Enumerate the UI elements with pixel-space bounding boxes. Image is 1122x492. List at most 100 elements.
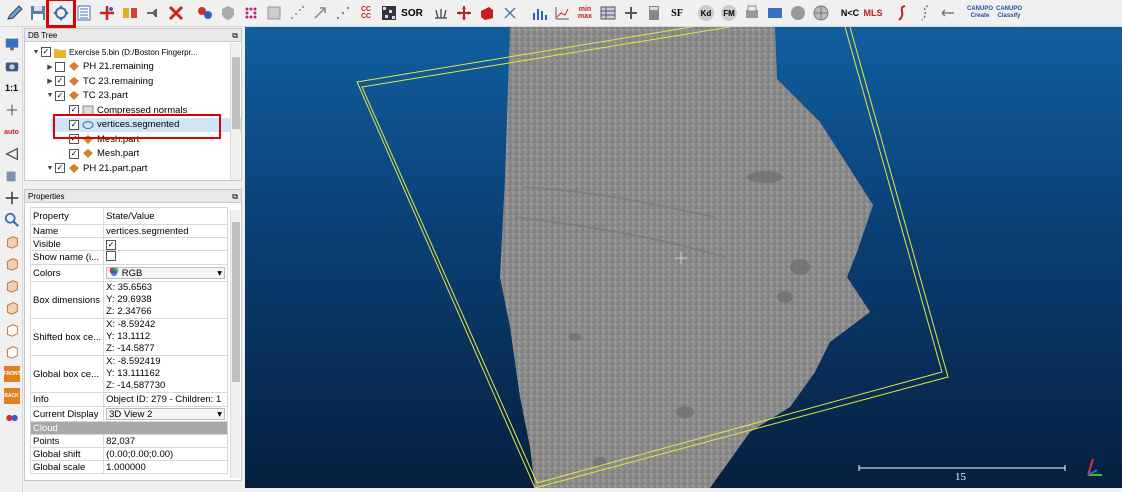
collapse-arrow-icon[interactable]: ▶ xyxy=(45,77,55,85)
tree-item-tc23-part[interactable]: ▼ ✓ TC 23.part xyxy=(25,89,241,104)
translate-rotate-icon[interactable] xyxy=(46,0,76,28)
view-back-icon[interactable] xyxy=(0,297,23,319)
view-front-icon[interactable] xyxy=(0,253,23,275)
view-right-icon[interactable] xyxy=(0,319,23,341)
subsample-icon[interactable] xyxy=(263,2,285,24)
stereo-icon[interactable] xyxy=(0,407,23,429)
globe-icon[interactable] xyxy=(810,2,832,24)
table-icon[interactable] xyxy=(597,2,619,24)
nc-label: N<C xyxy=(840,8,860,18)
kd-tree-button[interactable]: Kd xyxy=(695,2,717,24)
cc-icon[interactable]: CC CC xyxy=(355,2,377,24)
pan-icon[interactable] xyxy=(0,187,23,209)
add-icon[interactable] xyxy=(620,2,642,24)
float-icon[interactable]: ⧉ xyxy=(232,29,238,42)
tree-item-label: PH 21.remaining xyxy=(83,61,154,73)
scrollbar-thumb[interactable] xyxy=(232,57,240,129)
checkbox-checked[interactable]: ✓ xyxy=(69,148,79,159)
crosshair-icon[interactable] xyxy=(0,99,23,121)
scatter-icon[interactable] xyxy=(286,2,308,24)
sf-button[interactable]: SF xyxy=(666,2,688,24)
view-left-icon[interactable] xyxy=(0,275,23,297)
scrollbar-thumb[interactable] xyxy=(232,222,240,382)
zoom-icon[interactable] xyxy=(0,209,23,231)
clone-icon[interactable] xyxy=(142,2,164,24)
table-header: Property State/Value xyxy=(29,207,228,225)
tree-item-ph21-part-part[interactable]: ▼ ✓ PH 21.part.part xyxy=(25,161,241,176)
noise-filter-icon[interactable] xyxy=(378,2,400,24)
viewport-canvas[interactable] xyxy=(245,27,1122,488)
sample-points-icon[interactable] xyxy=(240,2,262,24)
segment-icon[interactable] xyxy=(96,2,118,24)
minmax-icon[interactable]: min max xyxy=(574,2,596,24)
tree-item-ph21-remaining[interactable]: ▶ PH 21.remaining xyxy=(25,60,241,75)
view-top-icon[interactable] xyxy=(0,231,23,253)
property-name: Global scale xyxy=(29,460,105,474)
tree-scrollbar[interactable] xyxy=(230,43,240,180)
front-view-button[interactable]: FRONT xyxy=(0,363,23,385)
collapse-arrow-icon[interactable]: ▶ xyxy=(45,63,55,71)
expand-arrow-icon[interactable]: ▼ xyxy=(31,49,41,56)
zoom-ratio-button[interactable]: 1:1 xyxy=(0,77,23,99)
property-name: Box dimensions xyxy=(29,281,105,319)
show-name-checkbox[interactable] xyxy=(106,251,117,261)
sphere-icon[interactable] xyxy=(787,2,809,24)
monitor-icon[interactable] xyxy=(0,33,23,55)
mls-button[interactable]: MLS xyxy=(862,2,884,24)
calculator-icon[interactable] xyxy=(643,2,665,24)
screen-icon[interactable] xyxy=(764,2,786,24)
nc-button[interactable]: N<C xyxy=(839,2,861,24)
points-value: 82,037 xyxy=(103,434,228,448)
display-dropdown[interactable]: 3D View 2 ▾ xyxy=(106,408,225,420)
canupo-classify-button[interactable]: CANUPO Classify xyxy=(995,2,1023,24)
tree-item-tc23-remaining[interactable]: ▶ ✓ TC 23.remaining xyxy=(25,74,241,89)
3d-viewport[interactable]: 15 xyxy=(245,27,1122,488)
kd-label: Kd xyxy=(700,8,712,18)
box-icon[interactable] xyxy=(476,2,498,24)
gradient-chart-icon[interactable] xyxy=(551,2,573,24)
tree-item-exercise[interactable]: ▼ ✓ Exercise 5.bin (D:/Boston Fingerpr... xyxy=(25,45,241,60)
table-row: Name vertices.segmented xyxy=(29,224,228,238)
sor-filter-button[interactable]: SOR xyxy=(401,2,423,24)
checkbox-checked[interactable]: ✓ xyxy=(55,90,65,101)
expand-arrow-icon[interactable]: ▼ xyxy=(45,92,55,99)
merge-icon[interactable] xyxy=(119,2,141,24)
camera-icon[interactable] xyxy=(0,55,23,77)
sf-label: SF xyxy=(671,7,683,19)
float-icon[interactable]: ⧉ xyxy=(232,190,238,203)
arrow-out-icon[interactable] xyxy=(309,2,331,24)
histogram-icon[interactable] xyxy=(528,2,550,24)
save-icon[interactable] xyxy=(27,2,49,24)
properties-scrollbar[interactable] xyxy=(230,210,240,478)
checkbox-unchecked[interactable] xyxy=(55,61,65,72)
fm-button[interactable]: FM xyxy=(718,2,740,24)
view-bottom-icon[interactable] xyxy=(0,341,23,363)
expand-arrow-icon[interactable]: ▼ xyxy=(45,165,55,172)
dots-icon[interactable] xyxy=(332,2,354,24)
back-view-button[interactable]: BACK xyxy=(0,385,23,407)
normals-icon[interactable] xyxy=(430,2,452,24)
colors-dropdown[interactable]: RGB ▾ xyxy=(106,267,225,279)
visible-checkbox[interactable]: ✓ xyxy=(106,239,117,250)
list-icon[interactable] xyxy=(73,2,95,24)
perspective-icon[interactable] xyxy=(0,143,23,165)
name-value[interactable]: vertices.segmented xyxy=(103,224,228,238)
delete-icon[interactable] xyxy=(165,2,187,24)
tree-item-mesh-part-2[interactable]: ✓ Mesh.part xyxy=(25,147,241,162)
curve-icon[interactable] xyxy=(891,2,913,24)
shield-icon[interactable] xyxy=(217,2,239,24)
checkbox-checked[interactable]: ✓ xyxy=(41,47,51,58)
canupo-create-button[interactable]: CANUPO Create xyxy=(966,2,994,24)
dotted-curve-icon[interactable] xyxy=(914,2,936,24)
checkbox-checked[interactable]: ✓ xyxy=(55,163,65,174)
main-toolbar: CC CC SOR min max SF Kd FM N<C MLS CANUPO… xyxy=(0,0,1122,28)
edit-pencil-icon[interactable] xyxy=(4,2,26,24)
auto-pivot-button[interactable]: auto xyxy=(0,121,23,143)
light-icon[interactable] xyxy=(0,165,23,187)
scalar-field-icon[interactable] xyxy=(194,2,216,24)
checkbox-checked[interactable]: ✓ xyxy=(55,76,65,87)
split-icon[interactable] xyxy=(499,2,521,24)
print-icon[interactable] xyxy=(741,2,763,24)
orient-icon[interactable] xyxy=(453,2,475,24)
arrows-icon[interactable] xyxy=(937,2,959,24)
